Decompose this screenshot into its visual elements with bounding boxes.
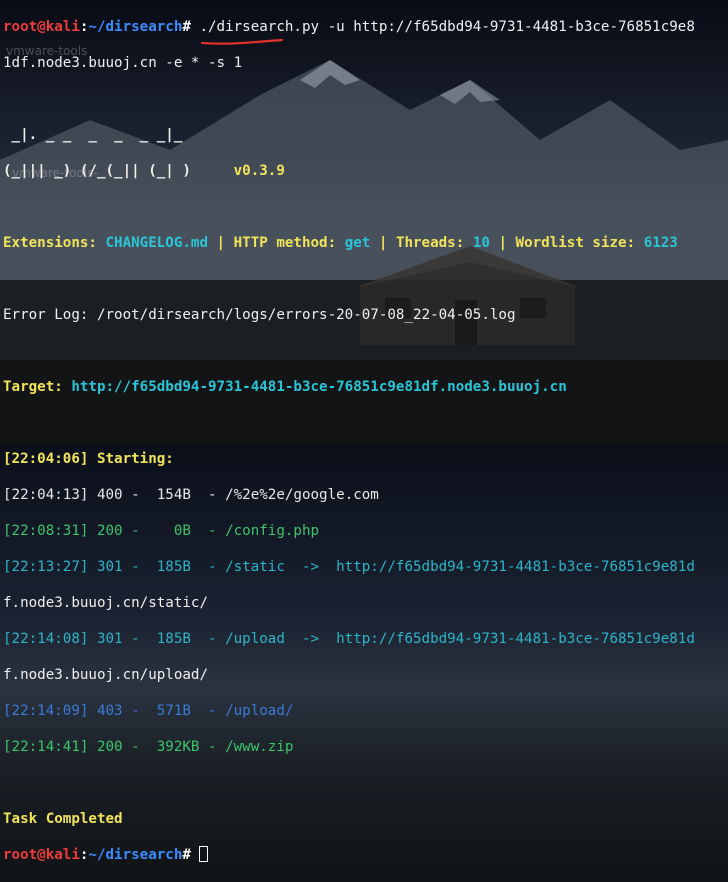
pipe-separator: | (208, 235, 234, 251)
result-line-wrap: f.node3.buuoj.cn/static/ (3, 595, 208, 611)
command-line: root@kali:~/dirsearch# ./dirsearch.py -u… (3, 18, 728, 36)
result-line: [22:08:31] 200 - 0B - /config.php (3, 523, 320, 539)
prompt-path: ~/dirsearch (88, 847, 183, 863)
prompt-path: ~/dirsearch (88, 19, 183, 35)
extensions-label: Extensions: (3, 235, 97, 251)
pipe-separator: | (489, 235, 516, 251)
threads-value: 10 (472, 235, 490, 251)
current-prompt[interactable]: root@kali:~/dirsearch# (3, 846, 728, 864)
result-line: [22:13:27] 301 - 185B - /static -> http:… (3, 559, 695, 575)
task-completed: Task Completed (3, 811, 123, 827)
prompt-user: root@kali (3, 847, 80, 863)
command-continuation: 1df.node3.buuoj.cn -e * -s 1 (3, 55, 243, 71)
config-line: Extensions: CHANGELOG.md | HTTP method: … (3, 234, 728, 252)
version-label: v0.3.9 (233, 163, 285, 179)
banner-art-line-1: _|. _ _ _ _ _ _|_ (3, 127, 183, 143)
result-line: [22:14:09] 403 - 571B - /upload/ (3, 703, 294, 719)
method-label: HTTP method: (233, 235, 337, 251)
result-line: [22:04:13] 400 - 154B - /%2e%2e/google.c… (3, 487, 379, 503)
method-value: get (344, 235, 371, 251)
text-cursor (199, 846, 209, 862)
prompt-symbol: # (182, 19, 191, 35)
extensions-value: CHANGELOG.md (105, 235, 209, 251)
target-url: http://f65dbd94-9731-4481-b3ce-76851c9e8… (71, 379, 567, 395)
wordlist-label: Wordlist size: (515, 235, 636, 251)
prompt-symbol: # (182, 847, 191, 863)
error-log-line: Error Log: /root/dirsearch/logs/errors-2… (3, 307, 516, 323)
prompt-user: root@kali (3, 19, 80, 35)
result-line: [22:14:08] 301 - 185B - /upload -> http:… (3, 631, 695, 647)
terminal-output[interactable]: root@kali:~/dirsearch# ./dirsearch.py -u… (0, 0, 728, 882)
prompt-separator: : (79, 847, 89, 863)
wordlist-value: 6123 (643, 235, 678, 251)
command-text: ./dirsearch.py -u http://f65dbd94-9731-4… (190, 19, 695, 35)
threads-label: Threads: (395, 235, 465, 251)
starting-line: [22:04:06] Starting: (3, 451, 174, 467)
target-line: Target: http://f65dbd94-9731-4481-b3ce-7… (3, 378, 728, 396)
banner-art: (_||| _) (/_(_|| (_| ) (3, 163, 191, 179)
result-line: [22:14:41] 200 - 392KB - /www.zip (3, 739, 294, 755)
pipe-separator: | (370, 235, 396, 251)
result-line-wrap: f.node3.buuoj.cn/upload/ (3, 667, 208, 683)
banner-art-line-2: (_||| _) (/_(_|| (_| ) v0.3.9 (3, 162, 728, 180)
target-label: Target: (3, 379, 63, 395)
